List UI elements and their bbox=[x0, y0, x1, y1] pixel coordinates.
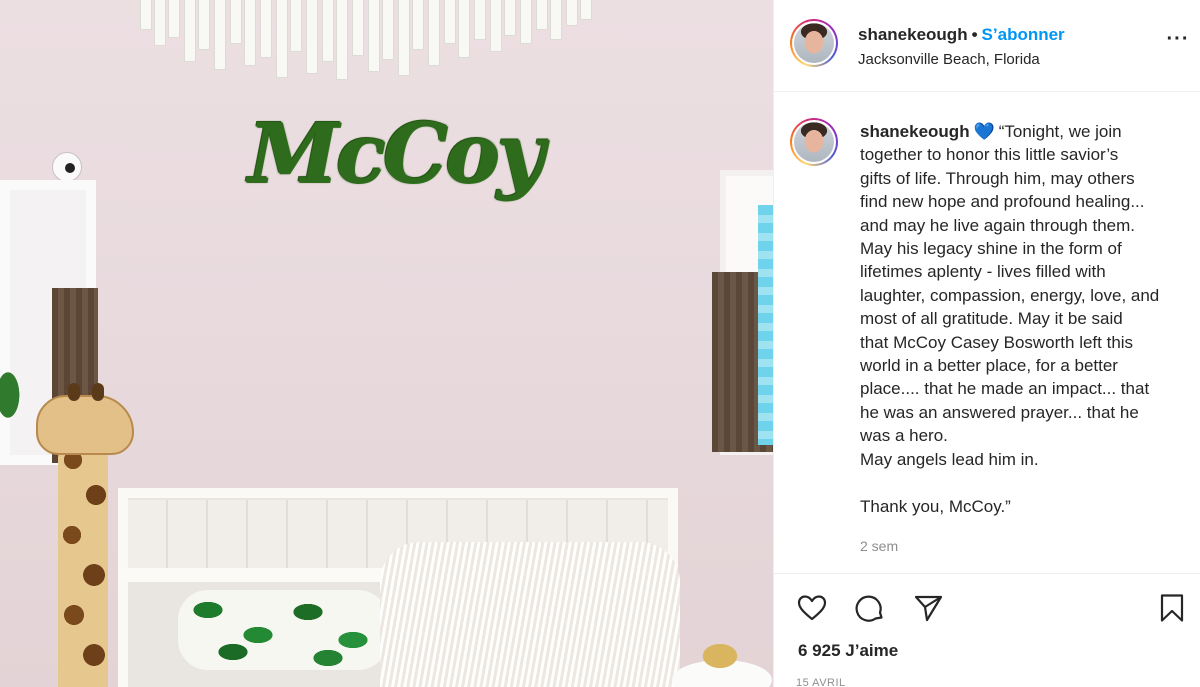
gold-mouse-figurine bbox=[690, 634, 750, 674]
blue-wall-art bbox=[758, 205, 773, 445]
chandelier-shell-strip bbox=[198, 0, 210, 50]
caption-text-line: together to honor this little savior’s bbox=[860, 145, 1119, 165]
caption-avatar[interactable] bbox=[790, 118, 838, 166]
post-date: 15 AVRIL bbox=[796, 677, 846, 687]
share-icon bbox=[914, 595, 943, 622]
heart-icon bbox=[797, 595, 827, 621]
caption-text-line: was a hero. bbox=[860, 426, 948, 446]
chandelier-shell-strip bbox=[140, 0, 152, 30]
post-photo[interactable]: McCoy bbox=[0, 0, 773, 687]
giraffe-plush-head bbox=[36, 383, 134, 455]
post-time-ago[interactable]: 2 sem bbox=[860, 538, 898, 554]
caption-text-line: gifts of life. Through him, may others bbox=[860, 168, 1135, 188]
chandelier-shell-strip bbox=[368, 0, 380, 72]
save-button[interactable] bbox=[1154, 590, 1190, 626]
more-options-icon[interactable]: ··· bbox=[1164, 28, 1192, 58]
profile-photo bbox=[794, 122, 834, 162]
share-button[interactable] bbox=[910, 590, 946, 626]
caption-text-line: most of all gratitude. May it be said bbox=[860, 309, 1123, 329]
separator-dot: • bbox=[971, 25, 978, 44]
author-avatar[interactable] bbox=[790, 19, 838, 67]
author-username[interactable]: shanekeough bbox=[858, 25, 968, 44]
chandelier-shell-strip bbox=[322, 0, 334, 62]
caption-text-line: he was an answered prayer... that he bbox=[860, 402, 1139, 422]
caption-text-line: “Tonight, we join bbox=[998, 122, 1122, 141]
chandelier-shell-strip bbox=[398, 0, 410, 76]
chandelier-shell-strip bbox=[444, 0, 456, 44]
caption-text-line: laughter, compassion, energy, love, and bbox=[860, 285, 1160, 305]
caption-text-line: lifetimes aplenty - lives filled with bbox=[860, 262, 1106, 282]
caption-username[interactable]: shanekeough bbox=[860, 122, 970, 141]
post-caption: shanekeough 💙 “Tonight, we join together t… bbox=[860, 120, 1192, 518]
likes-count[interactable]: 6 925 J’aime bbox=[798, 641, 898, 661]
chandelier-shell-strip bbox=[580, 0, 592, 20]
chandelier-shell-strip bbox=[490, 0, 502, 52]
chandelier-shell-strip bbox=[214, 0, 226, 70]
caption-text-line: Thank you, McCoy.” bbox=[860, 496, 1011, 516]
profile-photo bbox=[794, 23, 834, 63]
caption-text-line bbox=[860, 471, 1192, 494]
chandelier-shell-strip bbox=[230, 0, 242, 44]
like-button[interactable] bbox=[794, 590, 830, 626]
chandelier-shell-strip bbox=[184, 0, 196, 62]
caption-text-line: world in a better place, for a better bbox=[860, 356, 1118, 376]
moss-name-sign: McCoy bbox=[248, 106, 544, 202]
caption-text-line: May angels lead him in. bbox=[860, 449, 1039, 469]
chandelier-shell-strip bbox=[536, 0, 548, 30]
chandelier-shell-strip bbox=[520, 0, 532, 44]
plant-leaf bbox=[0, 360, 26, 430]
baby-monitor-camera bbox=[52, 152, 82, 182]
comment-button[interactable] bbox=[852, 590, 888, 626]
chandelier-shell-strip bbox=[428, 0, 440, 66]
chandelier-shell-strip bbox=[474, 0, 486, 40]
chandelier-shell-strip bbox=[244, 0, 256, 66]
header-author-line: shanekeough • S’abonner bbox=[858, 25, 1065, 45]
leaf-print-bumper bbox=[178, 590, 388, 670]
caption-first-line: shanekeough 💙 “Tonight, we join bbox=[860, 120, 1192, 143]
chandelier-shell-strip bbox=[504, 0, 516, 36]
caption-text-line: find new hope and profound healing... bbox=[860, 192, 1145, 212]
fur-blanket bbox=[380, 542, 680, 687]
caption-text-line: and may he live again through them. bbox=[860, 215, 1136, 235]
chandelier-shell-strip bbox=[154, 0, 166, 46]
post-side-panel: shanekeough • S’abonner Jacksonville Beach… bbox=[773, 0, 1200, 687]
chandelier-shell-strip bbox=[290, 0, 302, 52]
comment-icon bbox=[855, 595, 883, 622]
follow-button[interactable]: S’abonner bbox=[982, 25, 1065, 44]
caption-text-line: that McCoy Casey Bosworth left this bbox=[860, 332, 1134, 352]
chandelier-shell-strip bbox=[550, 0, 562, 40]
post-header: shanekeough • S’abonner Jacksonville Beach… bbox=[774, 0, 1200, 92]
bookmark-icon bbox=[1160, 594, 1184, 622]
blue-heart-emoji: 💙 bbox=[973, 122, 995, 141]
shell-chandelier bbox=[140, 0, 595, 80]
chandelier-shell-strip bbox=[458, 0, 470, 58]
action-bar: 6 925 J’aime 15 AVRIL bbox=[774, 573, 1200, 687]
post-location[interactable]: Jacksonville Beach, Florida bbox=[858, 51, 1040, 68]
chandelier-shell-strip bbox=[382, 0, 394, 60]
caption-text-line: place.... that he made an impact... that bbox=[860, 379, 1150, 399]
giraffe-plush-neck bbox=[58, 440, 108, 687]
chandelier-shell-strip bbox=[276, 0, 288, 78]
chandelier-shell-strip bbox=[412, 0, 424, 50]
chandelier-shell-strip bbox=[336, 0, 348, 80]
chandelier-shell-strip bbox=[352, 0, 364, 56]
chandelier-shell-strip bbox=[260, 0, 272, 58]
chandelier-shell-strip bbox=[566, 0, 578, 26]
chandelier-shell-strip bbox=[306, 0, 318, 74]
chandelier-shell-strip bbox=[168, 0, 180, 38]
caption-text-line: May his legacy shine in the form of bbox=[860, 239, 1122, 259]
